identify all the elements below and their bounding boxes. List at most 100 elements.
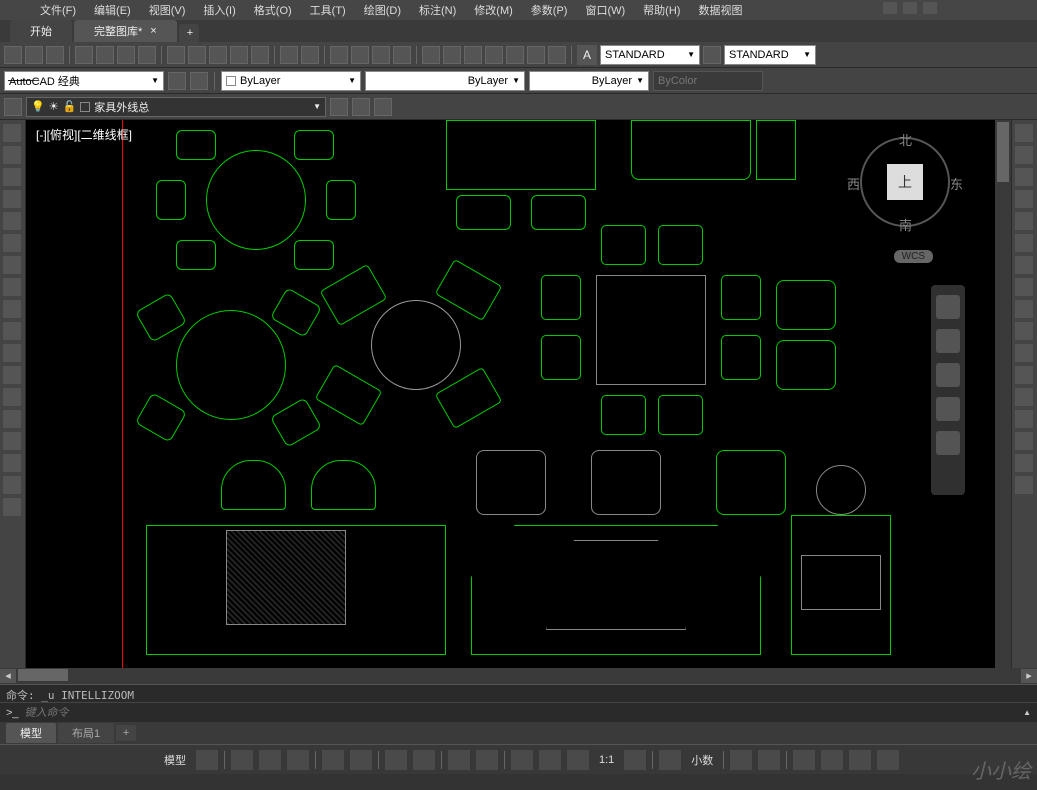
point-icon[interactable] [3, 366, 21, 384]
break-icon[interactable] [1015, 366, 1033, 384]
save-icon[interactable] [46, 46, 64, 64]
sheet-icon[interactable] [443, 46, 461, 64]
zoom-prev-icon[interactable] [393, 46, 411, 64]
anno-icon[interactable] [624, 750, 646, 770]
compass-e[interactable]: 东 [950, 174, 963, 193]
arc-icon[interactable] [3, 212, 21, 230]
circle-icon[interactable] [3, 234, 21, 252]
command-input[interactable] [25, 707, 1018, 719]
menu-edit[interactable]: 编辑(E) [94, 2, 131, 18]
hardware-icon[interactable] [821, 750, 843, 770]
lock-ui-icon[interactable] [758, 750, 780, 770]
extend-icon[interactable] [1015, 344, 1033, 362]
menu-param[interactable]: 参数(P) [531, 2, 568, 18]
layer-select[interactable]: 💡 ☀ 🔓 家具外线总 ▼ [26, 97, 326, 117]
match-icon[interactable] [230, 46, 248, 64]
insert-icon[interactable] [3, 322, 21, 340]
line-icon[interactable] [3, 124, 21, 142]
erase-icon[interactable] [1015, 124, 1033, 142]
menu-format[interactable]: 格式(O) [254, 2, 292, 18]
open-icon[interactable] [25, 46, 43, 64]
copy-icon[interactable] [188, 46, 206, 64]
menu-insert[interactable]: 插入(I) [203, 2, 235, 18]
vertical-scrollbar[interactable] [995, 120, 1011, 668]
new-icon[interactable] [4, 46, 22, 64]
region-icon[interactable] [3, 432, 21, 450]
view-cube[interactable]: 上 北 南 东 西 [855, 132, 955, 232]
mirror-icon[interactable] [1015, 168, 1033, 186]
menu-help[interactable]: 帮助(H) [643, 2, 680, 18]
move-icon[interactable] [1015, 234, 1033, 252]
ws-gear-icon[interactable] [168, 72, 186, 90]
restore-icon[interactable] [903, 2, 917, 14]
pline-icon[interactable] [3, 146, 21, 164]
status-ratio[interactable]: 1:1 [595, 754, 618, 766]
scroll-thumb[interactable] [997, 122, 1009, 182]
ellipse-arc-icon[interactable] [3, 300, 21, 318]
layer-state-icon[interactable] [330, 98, 348, 116]
menu-window[interactable]: 窗口(W) [585, 2, 625, 18]
text-style-select[interactable]: STANDARD▼ [600, 45, 700, 65]
viewcube-top[interactable]: 上 [887, 164, 923, 200]
rectangle-icon[interactable] [3, 190, 21, 208]
menu-file[interactable]: 文件(F) [40, 2, 76, 18]
compass-n[interactable]: 北 [899, 130, 912, 149]
cycle-icon[interactable] [448, 750, 470, 770]
menu-dataview[interactable]: 数据视图 [698, 2, 742, 18]
showmotion-icon[interactable] [936, 431, 960, 455]
preview-icon[interactable] [96, 46, 114, 64]
ellipse-icon[interactable] [3, 278, 21, 296]
rotate-icon[interactable] [1015, 256, 1033, 274]
calc-icon[interactable] [485, 46, 503, 64]
grid-toggle-icon[interactable] [196, 750, 218, 770]
redo-icon[interactable] [301, 46, 319, 64]
table-icon[interactable] [3, 454, 21, 472]
compass-w[interactable]: 西 [847, 174, 860, 193]
layout1-tab[interactable]: 布局1 [58, 723, 114, 743]
tab-library[interactable]: 完整图库* × [74, 20, 177, 42]
layer-prev-icon[interactable] [374, 98, 392, 116]
tab-start[interactable]: 开始 [10, 20, 72, 42]
menu-modify[interactable]: 修改(M) [474, 2, 513, 18]
gradient-icon[interactable] [3, 410, 21, 428]
quick-icon[interactable] [548, 46, 566, 64]
custom-icon[interactable] [877, 750, 899, 770]
draworder-icon[interactable] [1015, 476, 1033, 494]
lineweight-select[interactable]: ──ByLayer▼ [529, 71, 649, 91]
stretch-icon[interactable] [1015, 300, 1033, 318]
model-tab[interactable]: 模型 [6, 723, 56, 743]
props-icon[interactable] [422, 46, 440, 64]
zoom-icon[interactable] [351, 46, 369, 64]
viewport-label[interactable]: [-][俯视][二维线框] [36, 126, 132, 143]
wcs-label[interactable]: WCS [894, 250, 933, 263]
block-icon[interactable] [251, 46, 269, 64]
linetype-select[interactable]: ────ByLayer▼ [365, 71, 525, 91]
scroll-left-icon[interactable]: ◂ [0, 669, 16, 683]
design-icon[interactable] [506, 46, 524, 64]
paste-icon[interactable] [209, 46, 227, 64]
quick-props-icon[interactable] [730, 750, 752, 770]
hatch-icon[interactable] [3, 388, 21, 406]
offset-icon[interactable] [1015, 190, 1033, 208]
explode-icon[interactable] [1015, 454, 1033, 472]
textstyle-icon[interactable]: A [577, 45, 597, 65]
layer-manager-icon[interactable] [4, 98, 22, 116]
zoom-nav-icon[interactable] [936, 363, 960, 387]
pan-nav-icon[interactable] [936, 329, 960, 353]
cut-icon[interactable] [167, 46, 185, 64]
block-icon[interactable] [3, 344, 21, 362]
status-model[interactable]: 模型 [160, 752, 190, 768]
wheel-icon[interactable] [936, 295, 960, 319]
tab-close-icon[interactable]: × [150, 25, 156, 37]
copy2-icon[interactable] [1015, 146, 1033, 164]
spline-icon[interactable] [3, 256, 21, 274]
osnap-icon[interactable] [322, 750, 344, 770]
isolate-icon[interactable] [793, 750, 815, 770]
menu-tools[interactable]: 工具(T) [310, 2, 346, 18]
menu-view[interactable]: 视图(V) [149, 2, 186, 18]
undo-icon[interactable] [280, 46, 298, 64]
command-expand-icon[interactable]: ▲ [1023, 708, 1031, 717]
lwt-icon[interactable] [385, 750, 407, 770]
polygon-icon[interactable] [3, 168, 21, 186]
otrack-icon[interactable] [350, 750, 372, 770]
